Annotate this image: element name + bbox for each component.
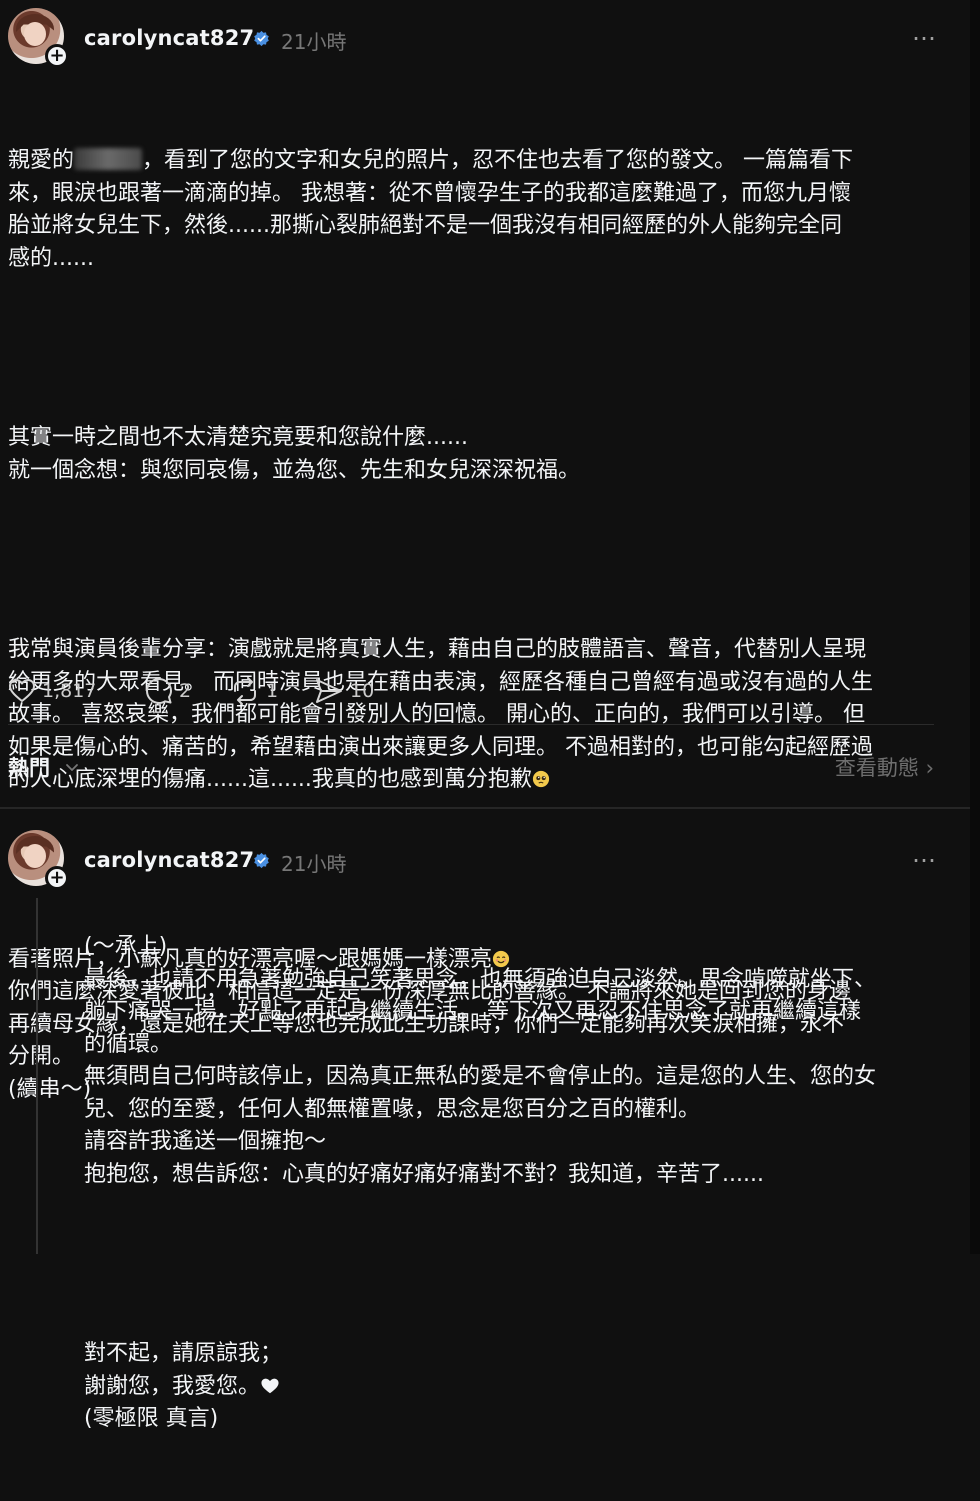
paragraph: (～承上) 最後，也請不用急著勉強自己笑著思念，也無須強迫自己淡然。思念啃噬就坐下… — [84, 931, 944, 1191]
send-paper-plane-icon — [316, 679, 342, 703]
text-line: 謝謝您，我愛您。 — [84, 1373, 261, 1399]
post-actions: 1,817 2 1 10 — [8, 676, 608, 706]
repost-button[interactable]: 1 — [230, 676, 278, 706]
sort-dropdown-label[interactable]: 熱門 — [8, 752, 50, 782]
view-activity-link[interactable]: 查看動態 › — [835, 752, 934, 782]
window-edge — [970, 0, 980, 1254]
thread-connector-line — [36, 898, 38, 1254]
username[interactable]: carolyncat827 — [84, 26, 254, 50]
like-count: 1,817 — [42, 680, 97, 702]
post-time: 21小時 — [281, 30, 347, 54]
paragraph: 親愛的 ，看到了您的文字和女兒的照片，忍不住也去看了您的發文。 一篇篇看下來，眼淚… — [8, 145, 938, 275]
text-line: 抱抱您，想告訴您：心真的好痛好痛好痛對不對？我知道，辛苦了...... — [84, 1161, 764, 1187]
replies-sort-row: 熱門 查看動態 › — [8, 752, 934, 782]
divider — [8, 724, 934, 725]
chevron-down-icon[interactable] — [64, 760, 80, 776]
text-line: 對不起，請原諒我； — [84, 1341, 283, 1366]
follow-plus-icon[interactable]: + — [45, 866, 69, 890]
text-line: 我常與演員後輩分享：演戲就是將真實人生，藉由自己的肢體語言、聲音，代替別人呈現 — [8, 637, 867, 662]
text-line: 就一個念想：與您同哀傷，並為您、先生和女兒深深祝福。 — [8, 457, 581, 483]
comment-button[interactable]: 2 — [145, 676, 191, 706]
text-line: 感的...... — [8, 245, 94, 271]
verified-badge-icon — [254, 30, 269, 47]
text-line: 請容許我遙送一個擁抱～ — [84, 1129, 327, 1154]
heart-icon — [9, 679, 35, 702]
text-line: 分開。 — [8, 1044, 75, 1069]
share-button[interactable]: 10 — [314, 676, 374, 706]
section-divider — [0, 807, 970, 809]
reply-post-body: (～承上) 最後，也請不用急著勉強自己笑著思念，也無須強迫自己淡然。思念啃噬就坐下… — [84, 866, 944, 1501]
paragraph: 對不起，請原諒我； 謝謝您，我愛您。 (零極限 真言) — [84, 1338, 944, 1436]
threads-feed: + carolyncat827 21小時 … 親愛的 ，看到了您的文字和女兒的照片… — [0, 0, 971, 1431]
post-header: + carolyncat827 21小時 … — [8, 8, 938, 72]
follow-plus-icon[interactable]: + — [45, 44, 69, 68]
text-line: 最後，也請不用急著勉強自己笑著思念，也無須強迫自己淡然。思念啃噬就坐下、 — [84, 966, 877, 992]
paragraph: 其實一時之間也不太清楚究竟要和您說什麼...... 就一個念想：與您同哀傷，並為您… — [8, 422, 938, 487]
text-line: 的循環。 — [84, 1031, 173, 1057]
text-line: 無須問自己何時該停止，因為真正無私的愛是不會停止的。這是您的人生、您的女 — [84, 1064, 877, 1089]
text-line: (～承上) — [84, 934, 168, 959]
comment-count: 2 — [179, 680, 192, 702]
repost-count: 1 — [266, 680, 279, 702]
text-line: 兒、您的至愛，任何人都無權置喙，思念是您百分之百的權利。 — [84, 1096, 701, 1122]
text-line: 其實一時之間也不太清楚究竟要和您說什麼...... — [8, 425, 468, 450]
text-line: 來，眼淚也跟著一滴滴的掉。 我想著：從不曾懷孕生子的我都這麼難過了，而您九月懷 — [8, 180, 851, 206]
avatar-face — [24, 22, 46, 46]
text-line: 親愛的 — [8, 148, 75, 173]
text-line: ，看到了您的文字和女兒的照片，忍不住也去看了您的發文。 一篇篇看下 — [142, 148, 854, 173]
repost-icon — [234, 677, 256, 705]
text-line: (零極限 真言) — [84, 1406, 219, 1431]
text-line: (續串～) — [8, 1076, 92, 1102]
white-heart-emoji-icon — [261, 1378, 279, 1393]
more-options-icon[interactable]: … — [912, 840, 938, 868]
avatar-face — [24, 844, 46, 868]
text-line: 躺下痛哭一場，好點了再起身繼續生活。 等下次又再忍不住思念了就再繼續這樣 — [84, 999, 861, 1024]
like-button[interactable]: 1,817 — [8, 676, 96, 706]
comment-bubble-icon — [146, 678, 172, 704]
text-line: 胎並將女兒生下，然後......那撕心裂肺絕對不是一個我沒有相同經歷的外人能夠完… — [8, 213, 842, 238]
more-options-icon[interactable]: … — [912, 18, 938, 46]
share-count: 10 — [350, 680, 375, 702]
redacted-name — [74, 148, 143, 170]
